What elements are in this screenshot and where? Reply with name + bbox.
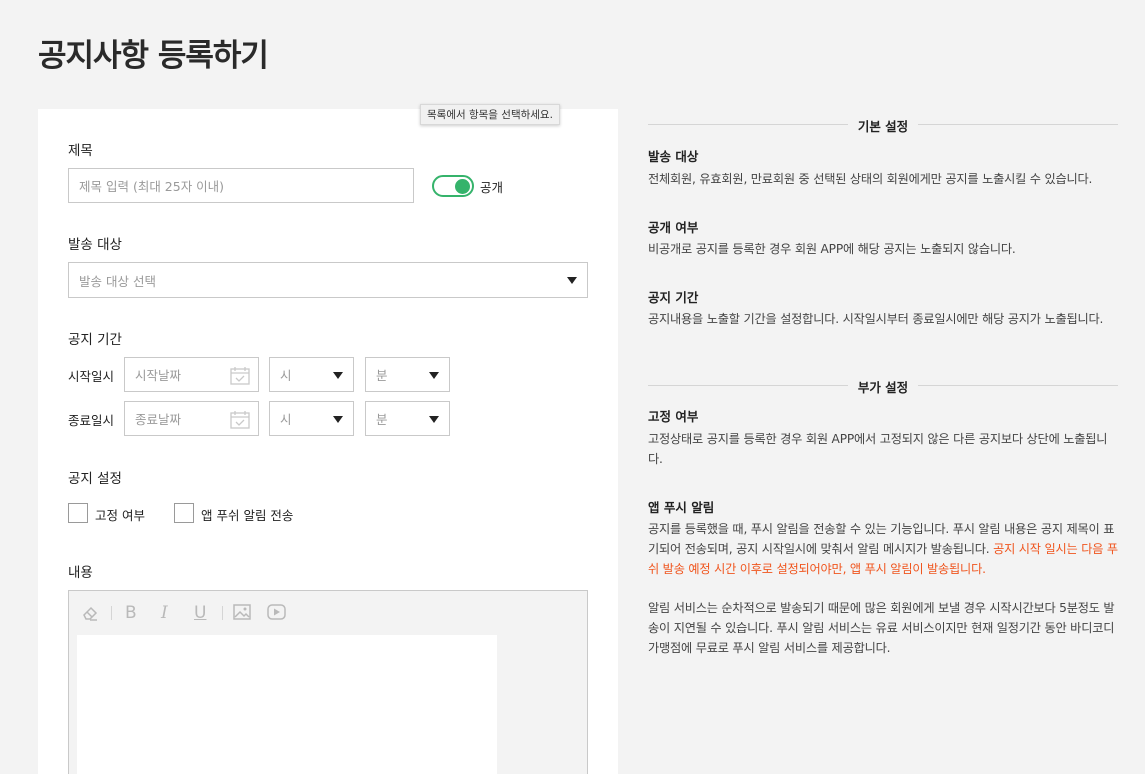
target-label: 발송 대상: [68, 237, 122, 253]
start-date-input[interactable]: 시작날짜: [124, 357, 259, 392]
bold-icon[interactable]: B: [125, 603, 137, 623]
push-checkbox-label: 앱 푸쉬 알림 전송: [201, 508, 294, 523]
chevron-down-icon: [333, 372, 343, 379]
chevron-down-icon: [567, 277, 577, 284]
content-label: 내용: [68, 565, 93, 581]
image-icon[interactable]: [233, 604, 251, 620]
help-pin-title: 고정 여부: [648, 409, 699, 424]
help-push-desc: 공지를 등록했을 때, 푸시 알림을 전송할 수 있는 기능입니다. 푸시 알림…: [648, 519, 1120, 579]
settings-label: 공지 설정: [68, 471, 122, 487]
target-select[interactable]: 발송 대상 선택: [68, 262, 588, 298]
title-input[interactable]: 제목 입력 (최대 25자 이내): [68, 168, 414, 203]
start-hour-placeholder: 시: [280, 368, 292, 383]
chevron-down-icon: [429, 372, 439, 379]
public-toggle-label: 공개: [480, 180, 504, 195]
start-minute-placeholder: 분: [376, 368, 388, 383]
basic-settings-heading-text: 기본 설정: [857, 119, 909, 134]
end-minute-placeholder: 분: [376, 412, 388, 427]
eraser-icon[interactable]: [81, 604, 99, 622]
end-hour-placeholder: 시: [280, 412, 292, 427]
content-editor: B I U: [68, 590, 588, 774]
period-label: 공지 기간: [68, 332, 122, 348]
target-placeholder: 발송 대상 선택: [79, 273, 156, 289]
end-minute-select[interactable]: 분: [365, 401, 450, 436]
push-checkbox[interactable]: [174, 503, 194, 523]
chevron-down-icon: [333, 416, 343, 423]
help-period-desc: 공지내용을 노출할 기간을 설정합니다. 시작일시부터 종료일시에만 해당 공지…: [648, 312, 1104, 326]
pin-checkbox[interactable]: [68, 503, 88, 523]
help-push-note: 알림 서비스는 순차적으로 발송되기 때문에 많은 회원에게 보낼 경우 시작시…: [648, 601, 1115, 655]
public-toggle[interactable]: [432, 175, 474, 197]
editor-toolbar: B I U: [69, 591, 587, 635]
title-placeholder: 제목 입력 (최대 25자 이내): [79, 179, 225, 194]
toolbar-divider: [111, 606, 112, 620]
calendar-icon[interactable]: [230, 410, 250, 429]
start-label: 시작일시: [68, 369, 115, 384]
end-hour-select[interactable]: 시: [269, 401, 354, 436]
end-date-input[interactable]: 종료날짜: [124, 401, 259, 436]
underline-icon[interactable]: U: [194, 603, 206, 623]
tooltip: 목록에서 항목을 선택하세요.: [420, 104, 560, 125]
help-public-title: 공개 여부: [648, 220, 699, 235]
page-title: 공지사항 등록하기: [38, 38, 269, 74]
help-public-desc: 비공개로 공지를 등록한 경우 회원 APP에 해당 공지는 노출되지 않습니다…: [648, 242, 1016, 256]
italic-icon[interactable]: I: [161, 603, 168, 623]
toolbar-divider: [222, 606, 223, 620]
start-minute-select[interactable]: 분: [365, 357, 450, 392]
help-period-title: 공지 기간: [648, 290, 699, 305]
pin-checkbox-label: 고정 여부: [95, 508, 145, 523]
editor-text-area[interactable]: [77, 635, 497, 774]
extra-settings-heading: 부가 설정: [648, 371, 1118, 399]
help-pin-desc: 고정상태로 공지를 등록한 경우 회원 APP에서 고정되지 않은 다른 공지보…: [648, 432, 1108, 466]
help-target-title: 발송 대상: [648, 149, 699, 164]
help-target-desc: 전체회원, 유효회원, 만료회원 중 선택된 상태의 회원에게만 공지를 노출시…: [648, 172, 1093, 186]
video-icon[interactable]: [267, 604, 286, 620]
help-push-title: 앱 푸시 알림: [648, 500, 715, 515]
calendar-icon[interactable]: [230, 366, 250, 385]
title-label: 제목: [68, 143, 93, 159]
start-date-placeholder: 시작날짜: [135, 368, 182, 383]
end-date-placeholder: 종료날짜: [135, 412, 182, 427]
start-hour-select[interactable]: 시: [269, 357, 354, 392]
chevron-down-icon: [429, 416, 439, 423]
basic-settings-heading: 기본 설정: [648, 110, 1118, 138]
end-label: 종료일시: [68, 413, 115, 428]
extra-settings-heading-text: 부가 설정: [857, 380, 909, 395]
toggle-knob: [455, 179, 470, 194]
